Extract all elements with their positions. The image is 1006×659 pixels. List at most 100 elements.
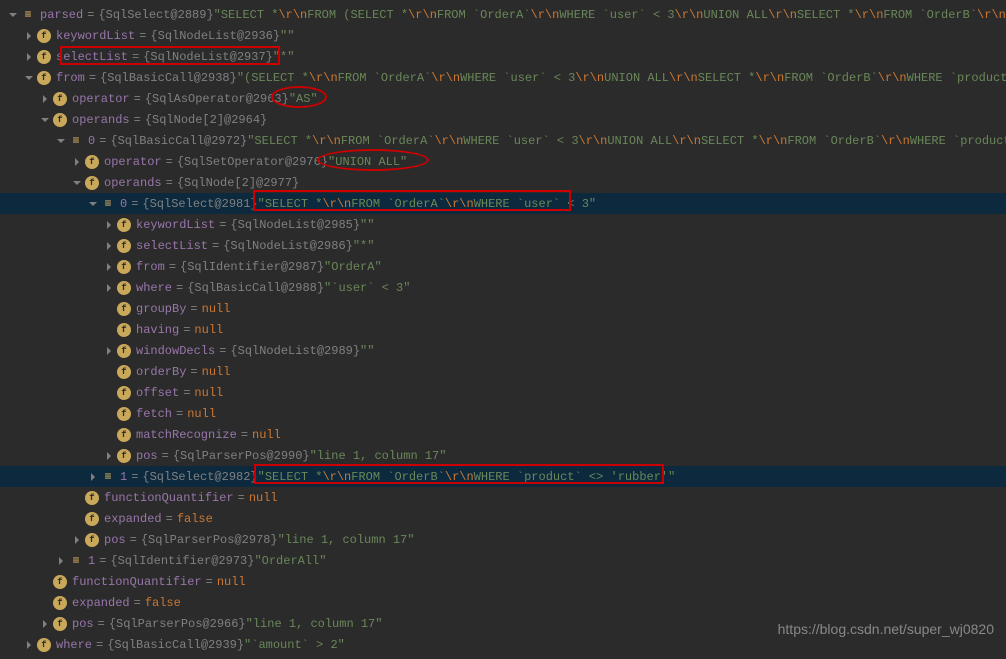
equals-sign: = (219, 344, 226, 358)
equals-sign: = (131, 470, 138, 484)
type-label: {SqlSelect@2982} (142, 470, 257, 484)
tree-row[interactable]: ffunctionQuantifier = null (0, 571, 1006, 592)
expand-arrow-icon[interactable] (22, 638, 36, 652)
tree-row[interactable]: foperator = {SqlAsOperator@2963} "AS" (0, 88, 1006, 109)
tree-row[interactable]: ≡0 = {SqlSelect@2981} "SELECT *\r\nFROM … (0, 193, 1006, 214)
expand-arrow-icon[interactable] (102, 218, 116, 232)
tree-row[interactable]: fpos = {SqlParserPos@2978} "line 1, colu… (0, 529, 1006, 550)
tree-row[interactable]: foperands = {SqlNode[2]@2964} (0, 109, 1006, 130)
variable-name: expanded (104, 512, 162, 526)
value-string: "SELECT *\r\nFROM (SELECT *\r\nFROM `Ord… (214, 8, 1006, 22)
tree-row[interactable]: fwhere = {SqlBasicCall@2939} "`amount` >… (0, 634, 1006, 655)
expand-arrow-icon[interactable] (102, 281, 116, 295)
field-icon: f (52, 595, 68, 611)
tree-row[interactable]: fwindowDecls = {SqlNodeList@2989} "" (0, 340, 1006, 361)
expand-arrow-icon[interactable] (22, 50, 36, 64)
tree-row[interactable]: ffunctionQuantifier = null (0, 487, 1006, 508)
field-icon: f (84, 532, 100, 548)
field-icon: f (116, 385, 132, 401)
tree-row[interactable]: fkeywordList = {SqlNodeList@2936} "" (0, 25, 1006, 46)
expand-arrow-icon[interactable] (102, 260, 116, 274)
field-icon: f (116, 259, 132, 275)
expand-arrow-icon[interactable] (102, 344, 116, 358)
expand-arrow-icon[interactable] (102, 449, 116, 463)
field-icon: f (84, 154, 100, 170)
type-label: {SqlIdentifier@2987} (180, 260, 324, 274)
expand-arrow-icon[interactable] (70, 155, 84, 169)
type-label: {SqlIdentifier@2973} (110, 554, 254, 568)
field-icon: f (116, 343, 132, 359)
tree-row[interactable]: foperands = {SqlNode[2]@2977} (0, 172, 1006, 193)
tree-row[interactable]: ≡parsed = {SqlSelect@2889} "SELECT *\r\n… (0, 4, 1006, 25)
variable-name: functionQuantifier (104, 491, 234, 505)
tree-row[interactable]: fselectList = {SqlNodeList@2986} "*" (0, 235, 1006, 256)
tree-row[interactable]: foffset = null (0, 382, 1006, 403)
value-string: "OrderA" (324, 260, 382, 274)
tree-row[interactable]: ffrom = {SqlBasicCall@2938} "(SELECT *\r… (0, 67, 1006, 88)
tree-row[interactable]: fwhere = {SqlBasicCall@2988} "`user` < 3… (0, 277, 1006, 298)
field-icon: f (52, 574, 68, 590)
tree-row[interactable]: fpos = {SqlParserPos@2990} "line 1, colu… (0, 445, 1006, 466)
expand-arrow-icon[interactable] (6, 8, 20, 22)
tree-row[interactable]: fselectList = {SqlNodeList@2937} "*" (0, 46, 1006, 67)
field-icon: f (116, 406, 132, 422)
variable-name: expanded (72, 596, 130, 610)
type-label: {SqlNode[2]@2964} (145, 113, 267, 127)
equals-sign: = (241, 428, 248, 442)
tree-row[interactable]: fkeywordList = {SqlNodeList@2985} "" (0, 214, 1006, 235)
null-value: null (187, 407, 216, 421)
equals-sign: = (131, 197, 138, 211)
tree-row[interactable]: fhaving = null (0, 319, 1006, 340)
tree-row[interactable]: ffrom = {SqlIdentifier@2987} "OrderA" (0, 256, 1006, 277)
type-label: {SqlParserPos@2990} (173, 449, 310, 463)
equals-sign: = (183, 386, 190, 400)
expand-arrow-icon[interactable] (102, 239, 116, 253)
tree-row[interactable]: ffetch = null (0, 403, 1006, 424)
variable-name: operands (72, 113, 130, 127)
field-icon: f (52, 91, 68, 107)
tree-row[interactable]: ≡1 = {SqlIdentifier@2973} "OrderAll" (0, 550, 1006, 571)
equals-sign: = (176, 281, 183, 295)
expand-arrow-icon[interactable] (54, 554, 68, 568)
tree-row[interactable]: ≡1 = {SqlSelect@2982} "SELECT *\r\nFROM … (0, 466, 1006, 487)
value-string: "" (360, 344, 374, 358)
null-value: null (202, 302, 231, 316)
field-icon: f (116, 448, 132, 464)
expand-arrow-icon[interactable] (38, 113, 52, 127)
expand-arrow-icon[interactable] (54, 134, 68, 148)
expand-arrow-icon[interactable] (70, 176, 84, 190)
type-label: {SqlAsOperator@2963} (145, 92, 289, 106)
value-string: "" (360, 218, 374, 232)
tree-row[interactable]: fexpanded = false (0, 508, 1006, 529)
expand-arrow-icon[interactable] (38, 92, 52, 106)
tree-row[interactable]: fmatchRecognize = null (0, 424, 1006, 445)
type-label: {SqlParserPos@2978} (141, 533, 278, 547)
null-value: null (217, 575, 246, 589)
object-icon: ≡ (20, 7, 36, 23)
tree-row[interactable]: f groupBy = null (0, 298, 1006, 319)
variable-name: groupBy (136, 302, 186, 316)
variable-name: operator (72, 92, 130, 106)
field-icon: f (116, 280, 132, 296)
equals-sign: = (190, 302, 197, 316)
expand-arrow-icon[interactable] (22, 71, 36, 85)
tree-row[interactable]: foperator = {SqlSetOperator@2976} "UNION… (0, 151, 1006, 172)
variable-tree[interactable]: ≡parsed = {SqlSelect@2889} "SELECT *\r\n… (0, 0, 1006, 659)
equals-sign: = (96, 638, 103, 652)
field-icon: f (36, 70, 52, 86)
equals-sign: = (190, 365, 197, 379)
variable-name: operands (104, 176, 162, 190)
field-icon: f (84, 511, 100, 527)
tree-row[interactable]: fexpanded = false (0, 592, 1006, 613)
tree-row[interactable]: forderBy = null (0, 361, 1006, 382)
expand-arrow-icon[interactable] (38, 617, 52, 631)
expand-arrow-icon[interactable] (86, 197, 100, 211)
equals-sign: = (169, 260, 176, 274)
value-string: "`amount` > 2" (244, 638, 345, 652)
expand-arrow-icon[interactable] (22, 29, 36, 43)
type-label: {SqlSelect@2889} (98, 8, 213, 22)
field-icon: f (116, 301, 132, 317)
tree-row[interactable]: ≡0 = {SqlBasicCall@2972} "SELECT *\r\nFR… (0, 130, 1006, 151)
expand-arrow-icon[interactable] (70, 533, 84, 547)
expand-arrow-icon[interactable] (86, 470, 100, 484)
